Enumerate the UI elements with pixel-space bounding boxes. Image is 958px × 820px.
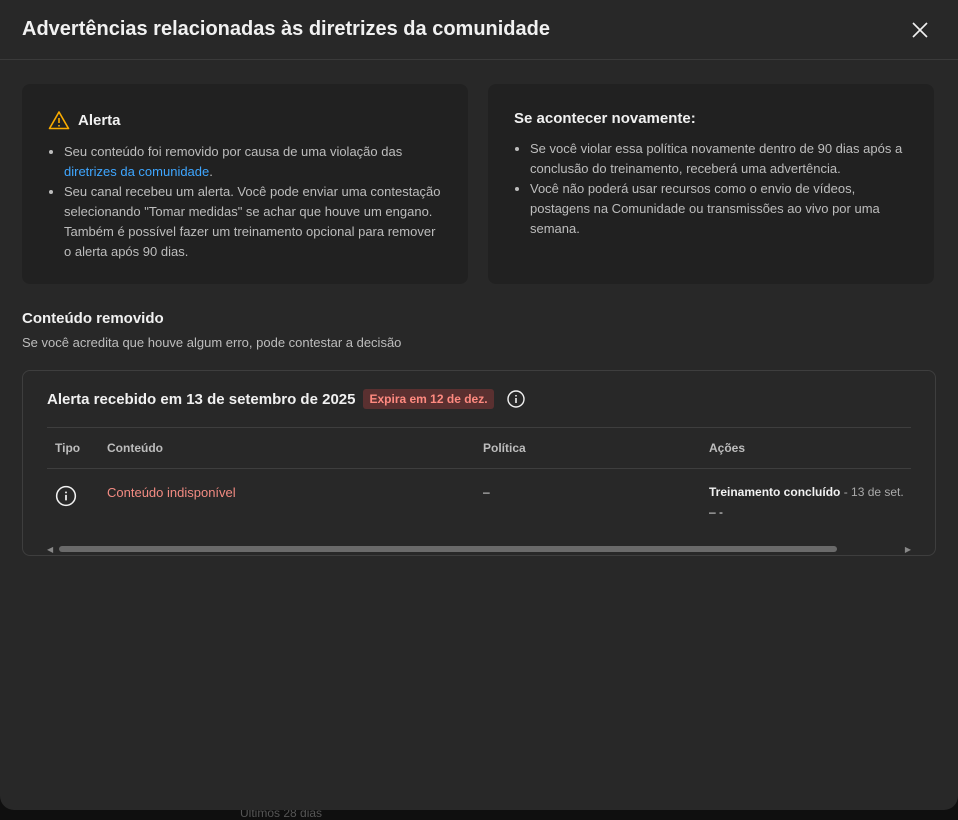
col-actions: Ações [709,441,746,455]
alert-card: Alerta Seu conteúdo foi removido por cau… [22,84,468,284]
alert-bullet-1-suffix: . [209,164,213,179]
dialog-title: Advertências relacionadas às diretrizes … [22,18,550,40]
strike-title: Alerta recebido em 13 de setembro de 202… [47,390,356,408]
removed-title: Conteúdo removido [22,310,164,327]
col-type: Tipo [55,441,81,455]
table-header: Tipo Conteúdo Política Ações [47,427,911,468]
scrollbar-thumb[interactable] [59,546,837,552]
dialog-header: Advertências relacionadas às diretrizes … [0,0,958,60]
action-status: Treinamento concluído [709,485,841,499]
removed-subtitle: Se você acredita que houve algum erro, p… [22,335,402,350]
alert-bullet-1: Seu conteúdo foi removido por causa de u… [64,142,442,182]
expiry-badge: Expira em 12 de dez. [363,389,494,409]
scroll-left-icon[interactable]: ◀ [47,545,53,554]
recurrence-bullet-2: Você não poderá usar recursos como o env… [530,179,908,239]
info-type-icon [55,485,77,507]
strike-box: Alerta recebido em 13 de setembro de 202… [22,370,936,556]
action-date: - 13 de set. [840,485,904,499]
horizontal-scrollbar[interactable]: ◀ ▶ [47,541,911,555]
alert-bullet-1-text: Seu conteúdo foi removido por causa de u… [64,144,403,159]
alert-card-title: Alerta [78,111,121,129]
recurrence-bullet-1: Se você violar essa política novamente d… [530,139,908,179]
col-content: Conteúdo [107,441,163,455]
close-icon[interactable] [908,18,932,42]
guidelines-link[interactable]: diretrizes da comunidade [64,164,209,179]
alert-bullet-2: Seu canal recebeu um alerta. Você pode e… [64,182,442,262]
scroll-right-icon[interactable]: ▶ [905,545,911,554]
action-extra: – - [709,505,724,519]
table-row: Conteúdo indisponível – Treinamento conc… [47,468,911,528]
strikes-dialog: Advertências relacionadas às diretrizes … [0,0,958,810]
info-icon[interactable] [506,389,526,409]
recurrence-card: Se acontecer novamente: Se você violar e… [488,84,934,284]
policy-cell: – [483,485,490,499]
recurrence-card-title: Se acontecer novamente: [514,110,696,127]
content-cell[interactable]: Conteúdo indisponível [107,485,483,500]
warning-icon [48,111,70,130]
col-policy: Política [483,441,526,455]
